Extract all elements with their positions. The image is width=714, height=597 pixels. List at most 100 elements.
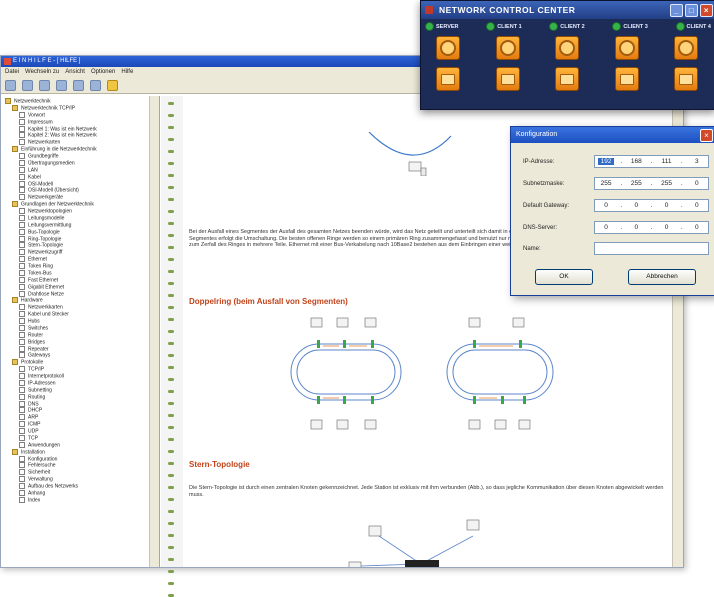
- client1-window-button[interactable]: [495, 67, 520, 91]
- tree-item[interactable]: Kapitel 2: Was ist ein Netzwerk: [1, 132, 159, 139]
- tree-item[interactable]: ICMP: [1, 421, 159, 428]
- tree-scrollbar[interactable]: [149, 96, 159, 567]
- tree-item[interactable]: Netzwerkgeräte: [1, 194, 159, 201]
- close-icon[interactable]: ×: [700, 129, 713, 142]
- tree-item[interactable]: Netzwerkkarten: [1, 304, 159, 311]
- tree-item[interactable]: UDP: [1, 428, 159, 435]
- tree-item[interactable]: Vorwort: [1, 111, 159, 119]
- menu-item[interactable]: Optionen: [91, 67, 115, 77]
- back-icon[interactable]: [22, 79, 33, 91]
- client4-window-button[interactable]: [674, 67, 698, 91]
- tree-item[interactable]: Kapitel 1: Was ist ein Netzwerk: [1, 125, 159, 133]
- tree-item[interactable]: Kabel und Stecker: [1, 311, 159, 318]
- tree-item[interactable]: OSI-Modell (Übersicht): [1, 187, 159, 194]
- binding-ring-icon: [168, 510, 174, 513]
- client3-window-button[interactable]: [614, 67, 639, 91]
- tree-item[interactable]: DNS: [1, 400, 159, 408]
- tree-item[interactable]: Leitungsmodelle: [1, 214, 159, 222]
- tree-item[interactable]: Bridges: [1, 338, 159, 346]
- tree-item[interactable]: Protokolle: [1, 359, 159, 366]
- tree-item[interactable]: Anwendungen: [1, 441, 159, 449]
- tree-item[interactable]: Ethernet: [1, 256, 159, 263]
- default-gateway-field[interactable]: 0.0.0.0: [594, 199, 709, 212]
- tree-item[interactable]: Netzwerktechnik TCP/IP: [1, 104, 159, 112]
- tree-item[interactable]: Netzwerktechnik: [1, 98, 159, 105]
- options-icon[interactable]: [73, 79, 84, 91]
- tree-item[interactable]: Router: [1, 331, 159, 339]
- menu-item[interactable]: Hilfe: [121, 67, 133, 77]
- client2-window-button[interactable]: [555, 67, 579, 91]
- tree-item[interactable]: Internetprotokoll: [1, 373, 159, 380]
- tree-item[interactable]: Netzwerkarten: [1, 139, 159, 146]
- tree-item[interactable]: Verwaltung: [1, 476, 159, 483]
- ip-address-field[interactable]: 192. 168. 111. 3: [594, 155, 709, 168]
- tree-item[interactable]: IP-Adressen: [1, 379, 159, 387]
- subnet-mask-field[interactable]: 255. 255. 255. 0: [594, 177, 709, 190]
- menu-item[interactable]: Ansicht: [65, 67, 85, 77]
- tree-item[interactable]: Drahtlose Netze: [1, 290, 159, 298]
- tree-item[interactable]: Repeater: [1, 345, 159, 353]
- ip-label: IP-Adresse:: [523, 159, 555, 165]
- tree-item[interactable]: Konfiguration: [1, 455, 159, 463]
- tree-item[interactable]: Kabel: [1, 173, 159, 181]
- window-icon: [441, 73, 455, 85]
- print-icon[interactable]: [56, 79, 67, 91]
- tree-item[interactable]: Index: [1, 496, 159, 504]
- tree-item[interactable]: Grundlagen der Netzwerktechnik: [1, 201, 159, 208]
- tree-item[interactable]: Subnetting: [1, 386, 159, 394]
- tree-item[interactable]: Leitungsvermittlung: [1, 221, 159, 229]
- client1-settings-button[interactable]: [495, 36, 520, 60]
- tree-item[interactable]: Impressum: [1, 118, 159, 126]
- maximize-icon[interactable]: □: [685, 4, 698, 17]
- tree-item[interactable]: Fast Ethernet: [1, 276, 159, 284]
- client2-settings-button[interactable]: [555, 36, 579, 60]
- ncc-app-icon: [425, 6, 433, 14]
- tree-item[interactable]: Übertragungsmedien: [1, 159, 159, 167]
- status-dot-icon: [612, 22, 622, 31]
- page-icon: [19, 496, 25, 503]
- tree-item[interactable]: Gateways: [1, 352, 159, 359]
- tree-item[interactable]: Netzwerkzugriff: [1, 249, 159, 256]
- client4-settings-button[interactable]: [674, 36, 698, 60]
- tree-item[interactable]: Stern-Topologie: [1, 242, 159, 249]
- tree-item[interactable]: Switches: [1, 324, 159, 332]
- minimize-icon[interactable]: _: [670, 4, 683, 17]
- cancel-button[interactable]: Abbrechen: [628, 269, 696, 285]
- tree-item[interactable]: Gigabit Ethernet: [1, 283, 159, 291]
- dns-server-field[interactable]: 0.0.0.0: [594, 221, 709, 234]
- menu-item[interactable]: Wechseln zu: [25, 67, 59, 77]
- forward-icon[interactable]: [39, 79, 50, 91]
- tree-item[interactable]: Einführung in die Netzwerktechnik: [1, 146, 159, 153]
- server-settings-button[interactable]: [436, 36, 460, 60]
- tree-item[interactable]: Anhang: [1, 489, 159, 497]
- tree-item[interactable]: Token Ring: [1, 263, 159, 270]
- tree-item[interactable]: LAN: [1, 166, 159, 174]
- tree-item[interactable]: Hubs: [1, 318, 159, 325]
- tree-item[interactable]: Grundbegriffe: [1, 153, 159, 160]
- tree-item[interactable]: Routing: [1, 393, 159, 401]
- ok-button[interactable]: OK: [535, 269, 593, 285]
- tree-item[interactable]: Installation: [1, 448, 159, 456]
- server-window-button[interactable]: [436, 67, 460, 91]
- tree-item[interactable]: Sicherheit: [1, 469, 159, 476]
- tree-item[interactable]: Netzwerktopologien: [1, 208, 159, 215]
- page-icon: [19, 173, 25, 180]
- hide-icon[interactable]: [5, 79, 16, 91]
- tree-item[interactable]: Hardware: [1, 297, 159, 304]
- refresh-icon[interactable]: [90, 79, 101, 91]
- tree-item[interactable]: Token-Bus: [1, 269, 159, 277]
- tree-item[interactable]: Bus-Topologie: [1, 228, 159, 236]
- folder-icon[interactable]: [107, 79, 118, 91]
- tree-item[interactable]: Fehlersuche: [1, 462, 159, 469]
- tree-item[interactable]: Aufbau des Netzwerks: [1, 483, 159, 490]
- client3-settings-button[interactable]: [614, 36, 639, 60]
- tree-item[interactable]: DHCP: [1, 407, 159, 414]
- close-icon[interactable]: ×: [700, 4, 713, 17]
- tree-item[interactable]: TCP: [1, 434, 159, 442]
- tree-item[interactable]: Ring-Topologie: [1, 235, 159, 243]
- tree-item[interactable]: ARP: [1, 414, 159, 421]
- tree-item[interactable]: TCP/IP: [1, 366, 159, 373]
- tree-item[interactable]: OSI-Modell: [1, 180, 159, 188]
- menu-item[interactable]: Datei: [5, 67, 19, 77]
- name-field[interactable]: [594, 242, 709, 255]
